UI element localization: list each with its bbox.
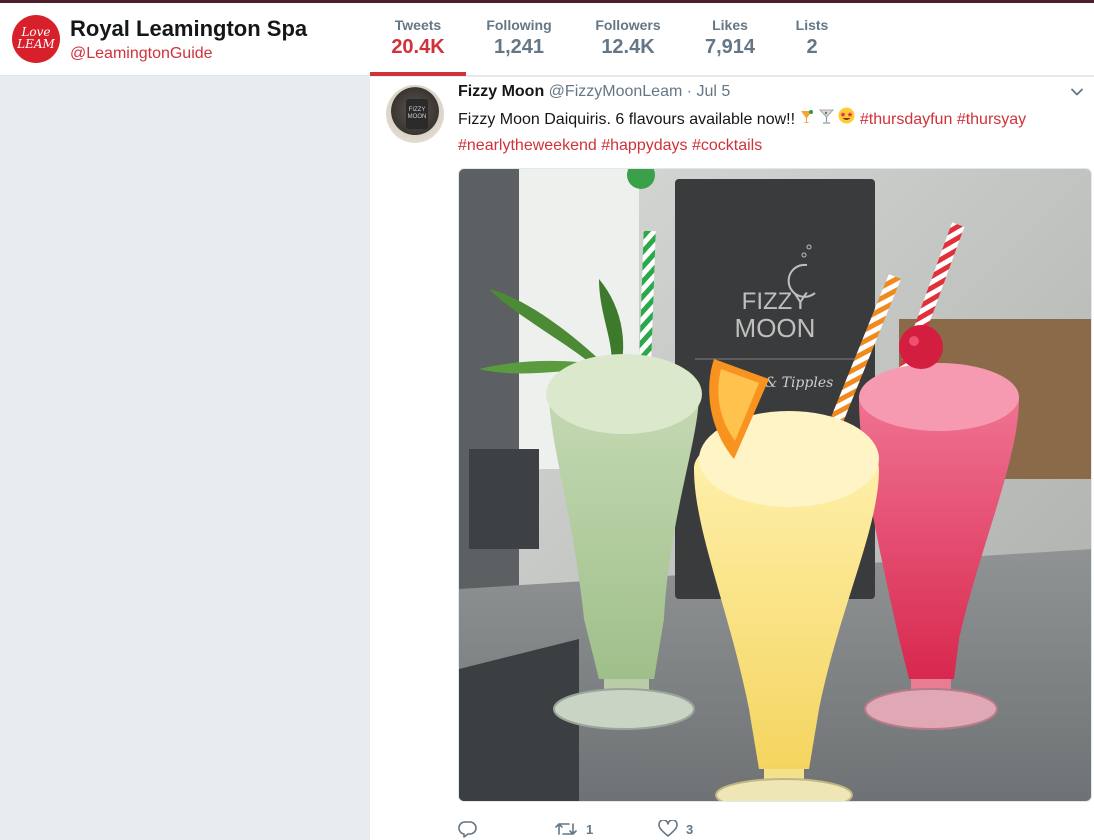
tropical-drink-emoji — [799, 107, 814, 133]
hashtag-link[interactable]: #happydays — [601, 137, 687, 154]
nav-followers-value: 12.4K — [601, 36, 655, 58]
tweet-author[interactable]: Fizzy Moon — [458, 83, 544, 100]
menu-sign-line2: MOON — [735, 313, 816, 343]
avatar-sign-line2: MOON — [407, 114, 427, 120]
nav-following-value: 1,241 — [493, 36, 545, 58]
tweet-text-lead: Fizzy Moon Daiquiris. 6 flavours availab… — [458, 111, 796, 128]
retweet-button[interactable]: 1 — [554, 820, 658, 838]
profile-name[interactable]: Royal Leamington Spa — [70, 16, 307, 42]
nav-lists-value: 2 — [806, 36, 818, 58]
profile-avatar[interactable]: Love LEAM — [12, 15, 60, 63]
tweet-date[interactable]: Jul 5 — [697, 83, 731, 100]
avatar-sign-line1: FIZZY — [408, 107, 426, 113]
retweet-icon — [555, 823, 577, 835]
retweet-count: 1 — [586, 821, 594, 837]
tweet-actions: 1 3 — [458, 819, 693, 839]
tweet-text: Fizzy Moon Daiquiris. 6 flavours availab… — [458, 107, 1088, 159]
daiquiri-photo: FIZZY MOON & Tipples — [459, 169, 1091, 801]
like-count: 3 — [686, 821, 694, 837]
like-button[interactable]: 3 — [658, 820, 693, 838]
menu-sign-script: & Tipples — [765, 375, 834, 391]
tweet-media-photo[interactable]: FIZZY MOON & Tipples — [458, 168, 1092, 802]
nav-following[interactable]: Following 1,241 — [466, 3, 572, 76]
tweet-separator: · — [686, 83, 693, 100]
nav-likes-value: 7,914 — [704, 36, 756, 58]
reply-icon — [458, 821, 477, 838]
nav-following-label: Following — [486, 17, 552, 33]
nav-likes-label: Likes — [712, 17, 748, 33]
timeline: FIZZY MOON Fizzy Moon @FizzyMoonLeam · J… — [370, 77, 1094, 840]
tweet-avatar[interactable]: FIZZY MOON — [386, 85, 444, 143]
heart-icon — [658, 820, 678, 837]
avatar-sign: FIZZY MOON — [406, 99, 428, 129]
avatar-text-bottom: LEAM — [17, 37, 55, 51]
reply-button[interactable] — [458, 820, 554, 838]
hashtag-link[interactable]: #thursyay — [957, 111, 1026, 128]
star-struck-emoji — [838, 107, 855, 133]
nav-tweets-label: Tweets — [394, 17, 442, 33]
menu-sign-line1: FIZZY — [742, 288, 809, 315]
nav-likes[interactable]: Likes 7,914 — [684, 3, 776, 76]
nav-followers[interactable]: Followers 12.4K — [572, 3, 684, 76]
nav-tweets-value: 20.4K — [391, 36, 445, 58]
profile-nav: Tweets 20.4K Following 1,241 Followers 1… — [370, 3, 848, 76]
cocktail-emoji — [819, 107, 834, 133]
profile-handle[interactable]: @LeamingtonGuide — [70, 45, 213, 63]
chevron-down-icon[interactable] — [1070, 85, 1084, 99]
nav-lists[interactable]: Lists 2 — [776, 3, 848, 76]
profile-header: Love LEAM Royal Leamington Spa @Leamingt… — [0, 3, 1094, 76]
nav-followers-label: Followers — [595, 17, 661, 33]
tweet-header: Fizzy Moon @FizzyMoonLeam · Jul 5 — [458, 83, 730, 101]
hashtag-link[interactable]: #thursdayfun — [860, 111, 953, 128]
tweet-handle[interactable]: @FizzyMoonLeam — [549, 83, 683, 100]
nav-tweets[interactable]: Tweets 20.4K — [370, 3, 466, 76]
hashtag-link[interactable]: #cocktails — [692, 137, 762, 154]
nav-lists-label: Lists — [795, 17, 829, 33]
hashtag-link[interactable]: #nearlytheweekend — [458, 137, 597, 154]
